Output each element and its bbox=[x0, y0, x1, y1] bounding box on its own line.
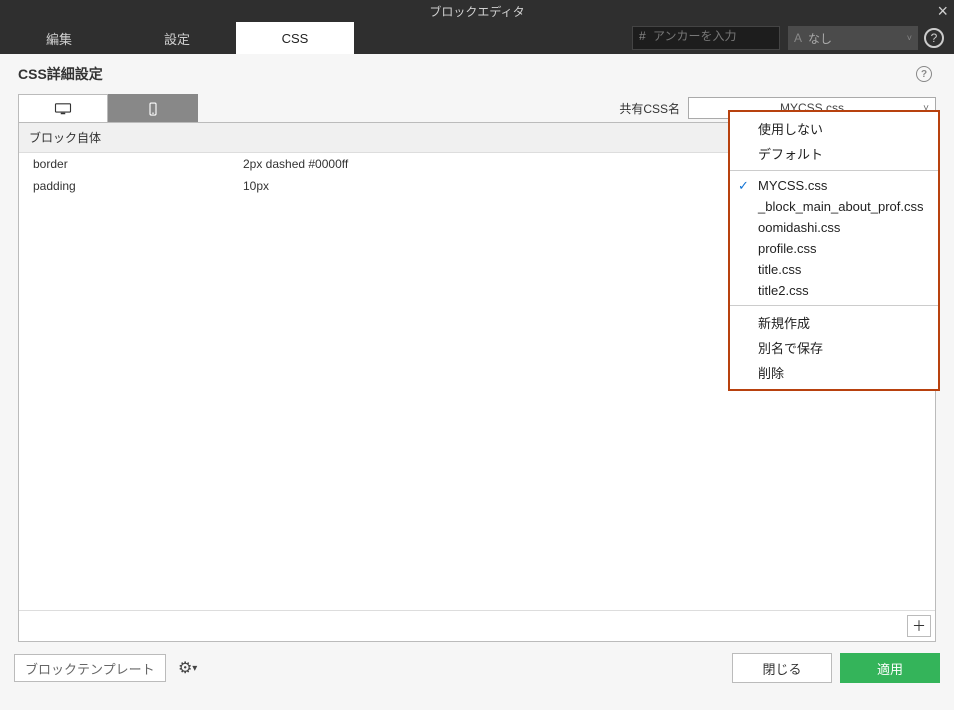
css-property-value: 2px dashed #0000ff bbox=[243, 157, 348, 171]
font-icon: A bbox=[794, 31, 802, 45]
page-subheading: CSS詳細設定 bbox=[18, 64, 103, 84]
menu-item-none[interactable]: 使用しない bbox=[730, 116, 938, 141]
shared-css-label: 共有CSS名 bbox=[619, 100, 680, 117]
desktop-icon bbox=[54, 102, 72, 116]
title-bar: ブロックエディタ × bbox=[0, 0, 954, 22]
shared-css-menu: 使用しない デフォルト MYCSS.css _block_main_about_… bbox=[728, 110, 940, 391]
menu-item-css-file[interactable]: MYCSS.css bbox=[730, 175, 938, 196]
menu-item-css-file[interactable]: title.css bbox=[730, 259, 938, 280]
apply-button[interactable]: 適用 bbox=[840, 653, 940, 683]
anchor-placeholder: アンカーを入力 bbox=[653, 29, 737, 43]
menu-item-css-file[interactable]: title2.css bbox=[730, 280, 938, 301]
tab-edit[interactable]: 編集 bbox=[0, 22, 118, 54]
menu-item-css-file[interactable]: oomidashi.css bbox=[730, 217, 938, 238]
footer: ブロックテンプレート ⚙▾ 閉じる 適用 bbox=[0, 642, 954, 694]
page-subheading-row: CSS詳細設定 ? bbox=[0, 54, 954, 94]
mobile-icon bbox=[144, 102, 162, 116]
help-icon[interactable]: ? bbox=[924, 28, 944, 48]
tab-css[interactable]: CSS bbox=[236, 22, 354, 54]
css-property-value: 10px bbox=[243, 179, 269, 193]
tab-settings[interactable]: 設定 bbox=[118, 22, 236, 54]
close-button[interactable]: 閉じる bbox=[732, 653, 832, 683]
toolbar-dropdown-label: なし bbox=[808, 30, 832, 47]
section-help-icon[interactable]: ? bbox=[916, 66, 932, 82]
menu-item-new[interactable]: 新規作成 bbox=[730, 310, 938, 335]
toolbar-dropdown[interactable]: A なし ˅ bbox=[788, 26, 918, 50]
menu-item-delete[interactable]: 削除 bbox=[730, 360, 938, 385]
menu-item-default[interactable]: デフォルト bbox=[730, 141, 938, 166]
anchor-input[interactable]: # アンカーを入力 bbox=[632, 26, 780, 50]
window-title: ブロックエディタ bbox=[429, 3, 524, 20]
css-property-name: border bbox=[33, 157, 243, 171]
device-tab-desktop[interactable] bbox=[18, 94, 108, 122]
menu-item-css-file[interactable]: profile.css bbox=[730, 238, 938, 259]
menu-item-css-file[interactable]: _block_main_about_prof.css bbox=[730, 196, 938, 217]
css-property-name: padding bbox=[33, 179, 243, 193]
chevron-down-icon: ˅ bbox=[907, 33, 912, 43]
hash-icon: # bbox=[639, 29, 646, 43]
menu-item-save-as[interactable]: 別名で保存 bbox=[730, 335, 938, 360]
block-template-button[interactable]: ブロックテンプレート bbox=[14, 654, 166, 682]
add-property-button[interactable]: ＋ bbox=[907, 615, 931, 637]
close-icon[interactable]: × bbox=[937, 1, 948, 22]
main-toolbar: 編集 設定 CSS # アンカーを入力 A なし ˅ ? bbox=[0, 22, 954, 54]
gear-icon[interactable]: ⚙▾ bbox=[174, 654, 202, 682]
device-tab-mobile[interactable] bbox=[108, 94, 198, 122]
